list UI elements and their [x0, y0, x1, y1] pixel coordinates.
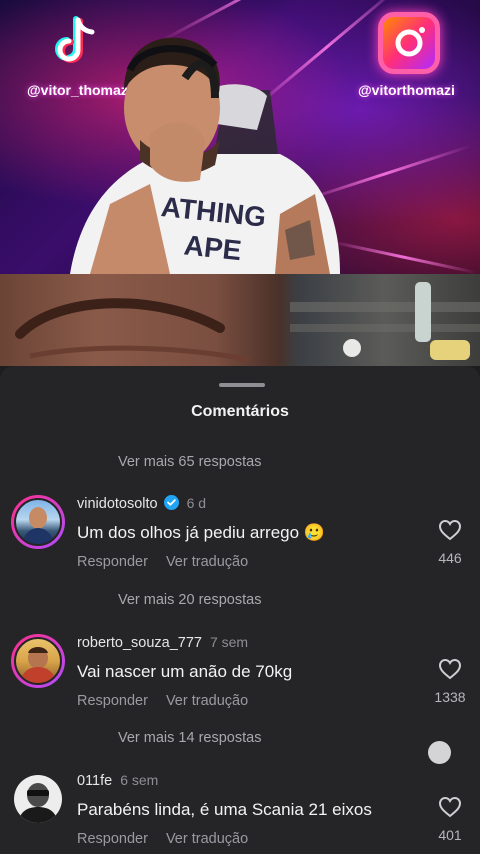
reply-button[interactable]: Responder: [77, 693, 148, 709]
sheet-title: Comentários: [191, 403, 289, 420]
video-player[interactable]: @vitor_thomaz @vitorthomazi ATHING APE: [0, 0, 480, 366]
shirt-line-2: APE: [182, 229, 243, 266]
closeup-frame: [0, 274, 480, 366]
comment-item: vinidotosolto 6 d Um dos olhos já pediu a…: [0, 495, 480, 595]
avatar[interactable]: [14, 775, 62, 823]
view-more-replies-middle[interactable]: Ver mais 20 respostas: [118, 592, 261, 608]
like-count: 446: [438, 550, 462, 566]
comment-time: 7 sem: [209, 634, 249, 650]
view-more-replies-bottom[interactable]: Ver mais 14 respostas: [118, 730, 261, 746]
username-text[interactable]: 011fe: [77, 773, 112, 789]
like-button[interactable]: 1338: [432, 658, 468, 705]
reply-button[interactable]: Responder: [77, 554, 148, 570]
comment-username[interactable]: 011fe 6 sem: [77, 772, 158, 789]
comment-item: roberto_souza_777 7 sem Vai nascer um anã…: [0, 634, 480, 734]
avatar[interactable]: [11, 495, 65, 549]
stream-frame: @vitor_thomaz @vitorthomazi ATHING APE: [0, 0, 480, 274]
comments-sheet: Comentários Ver mais 65 respostas vinido…: [0, 366, 480, 854]
like-count: 401: [438, 827, 462, 843]
comment-actions: Responder Ver tradução: [77, 554, 266, 570]
like-count: 1338: [434, 689, 466, 705]
heart-outline-icon: [438, 519, 462, 541]
translate-button[interactable]: Ver tradução: [166, 554, 248, 570]
comment-username[interactable]: roberto_souza_777 7 sem: [77, 634, 248, 651]
comment-text: Um dos olhos já pediu arrego 🥲: [77, 523, 325, 542]
avatar[interactable]: [11, 634, 65, 688]
comment-actions: Responder Ver tradução: [77, 693, 266, 709]
drag-handle[interactable]: [219, 383, 265, 387]
reply-button[interactable]: Responder: [77, 831, 148, 847]
comment-text: Vai nascer um anão de 70kg: [77, 662, 293, 681]
comment-actions: Responder Ver tradução: [77, 831, 266, 847]
view-more-replies-top[interactable]: Ver mais 65 respostas: [118, 454, 261, 470]
heart-outline-icon: [438, 796, 462, 818]
like-button[interactable]: 446: [432, 519, 468, 566]
comment-username[interactable]: vinidotosolto 6 d: [77, 495, 206, 512]
translate-button[interactable]: Ver tradução: [166, 831, 248, 847]
username-text[interactable]: roberto_souza_777: [77, 635, 202, 651]
heart-outline-icon: [438, 658, 462, 680]
scroll-indicator[interactable]: [428, 741, 451, 764]
like-button[interactable]: 401: [432, 796, 468, 843]
username-text[interactable]: vinidotosolto: [77, 496, 158, 512]
comment-time: 6 d: [186, 495, 207, 511]
translate-button[interactable]: Ver tradução: [166, 693, 248, 709]
comment-item: 011fe 6 sem Parabéns linda, é uma Scania …: [0, 772, 480, 854]
comment-text: Parabéns linda, é uma Scania 21 eixos: [77, 800, 372, 819]
comment-time: 6 sem: [120, 772, 159, 788]
verified-badge-icon: [163, 495, 179, 510]
streamer-figure: ATHING APE: [70, 37, 340, 274]
